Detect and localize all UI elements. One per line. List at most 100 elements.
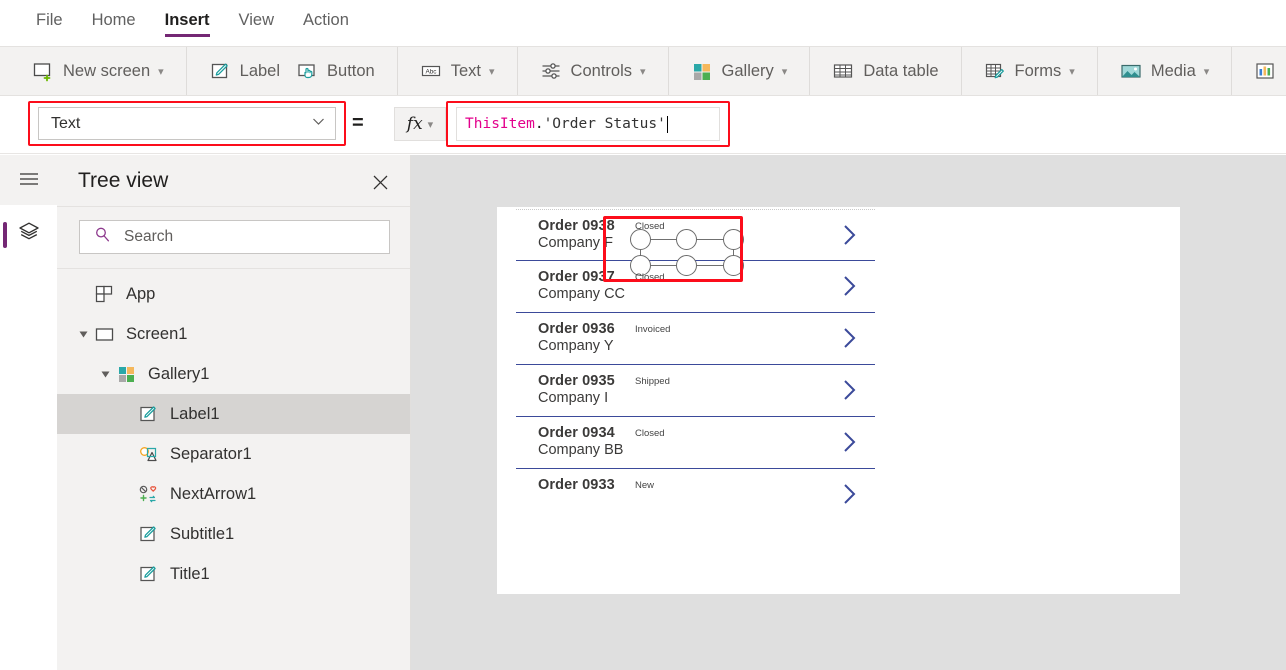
tree-node-app[interactable]: App xyxy=(57,274,410,314)
new-screen-label: New screen xyxy=(63,62,151,80)
chevron-down-icon[interactable]: ▾ xyxy=(1069,66,1075,78)
next-arrow-icon[interactable] xyxy=(839,273,861,299)
tree-view-header: Tree view xyxy=(57,155,410,207)
button-button[interactable]: Button xyxy=(288,54,383,88)
tree-node-gallery1[interactable]: Gallery1 xyxy=(57,354,410,394)
next-arrow-icon[interactable] xyxy=(839,222,861,248)
next-arrow-icon[interactable] xyxy=(839,325,861,351)
gallery-row[interactable]: Order 0933 New xyxy=(516,469,875,521)
tree-node-label: Title1 xyxy=(170,564,210,583)
svg-text:Abc: Abc xyxy=(425,69,437,76)
tree-node-title1[interactable]: Title1 xyxy=(57,554,410,594)
text-button[interactable]: Abc Text ▾ xyxy=(412,54,503,88)
text-caret xyxy=(666,115,669,133)
tree-node-label: Separator1 xyxy=(170,444,252,463)
resize-handle-top-right[interactable] xyxy=(723,229,744,250)
controls-button[interactable]: Controls ▾ xyxy=(532,54,654,88)
row-subtitle: Company BB xyxy=(538,442,624,458)
tree-node-label1[interactable]: Label1 xyxy=(57,394,410,434)
chevron-down-icon[interactable]: ▾ xyxy=(428,119,434,131)
tree-node-label: Subtitle1 xyxy=(170,524,235,543)
forms-button[interactable]: Forms ▾ xyxy=(976,54,1083,88)
tree-node-subtitle1[interactable]: Subtitle1 xyxy=(57,514,410,554)
menu-item-action[interactable]: Action xyxy=(303,10,349,36)
row-status[interactable]: Closed xyxy=(635,221,665,232)
new-screen-button[interactable]: New screen ▾ xyxy=(24,54,172,88)
expander-expanded-icon[interactable] xyxy=(77,328,89,340)
fx-button[interactable]: fx ▾ xyxy=(394,107,446,141)
gallery-button[interactable]: Gallery ▾ xyxy=(683,54,796,88)
row-title: Order 0933 xyxy=(538,477,615,493)
label-icon xyxy=(209,60,231,82)
menu-item-insert[interactable]: Insert xyxy=(164,10,210,37)
row-title: Order 0934 xyxy=(538,425,615,441)
expander-expanded-icon[interactable] xyxy=(99,368,111,380)
row-status[interactable]: Closed xyxy=(635,428,665,439)
chevron-down-icon[interactable]: ▾ xyxy=(158,66,164,78)
equals-sign: = xyxy=(352,112,364,134)
tree-node-screen1[interactable]: Screen1 xyxy=(57,314,410,354)
tree-node-list: App Screen1 Gallery1 Label1 Separator1 N… xyxy=(57,269,410,594)
controls-sliders-icon xyxy=(540,60,562,82)
row-subtitle: Company I xyxy=(538,390,609,406)
ribbon-group-text: Abc Text ▾ xyxy=(398,47,518,95)
row-status[interactable]: Shipped xyxy=(635,376,670,387)
row-status[interactable]: Closed xyxy=(635,272,665,283)
powerapps-studio: File Home Insert View Action New screen … xyxy=(0,0,1286,670)
chevron-down-icon[interactable]: ▾ xyxy=(782,66,788,78)
menu-item-view[interactable]: View xyxy=(239,10,274,36)
gallery-row[interactable]: Order 0936 Company Y Invoiced xyxy=(516,313,875,365)
row-status[interactable]: Invoiced xyxy=(635,324,670,335)
menu-item-home[interactable]: Home xyxy=(92,10,136,36)
gallery-row[interactable]: Order 0938 Company F Closed xyxy=(516,209,875,276)
row-status[interactable]: New xyxy=(635,480,654,491)
gallery-icon xyxy=(115,363,137,385)
formula-token-field: 'Order Status' xyxy=(543,116,666,132)
ribbon-group-controls: Controls ▾ xyxy=(518,47,669,95)
tree-node-separator1[interactable]: Separator1 xyxy=(57,434,410,474)
app-screen[interactable]: Order 0938 Company F Closed Order 0937 C… xyxy=(497,207,1180,594)
app-canvas[interactable]: Order 0938 Company F Closed Order 0937 C… xyxy=(411,155,1286,670)
close-icon[interactable] xyxy=(369,171,391,193)
media-image-icon xyxy=(1120,60,1142,82)
property-dropdown[interactable]: Text xyxy=(38,107,336,140)
menu-bar: File Home Insert View Action xyxy=(0,0,1286,46)
label-icon xyxy=(137,563,159,585)
menu-item-file[interactable]: File xyxy=(36,10,63,36)
gallery-control[interactable]: Order 0938 Company F Closed Order 0937 C… xyxy=(516,209,875,521)
chevron-down-icon[interactable] xyxy=(312,115,325,133)
tree-node-label: App xyxy=(126,284,156,303)
forms-button-label: Forms xyxy=(1014,62,1062,80)
formula-token-reference: ThisItem xyxy=(465,116,535,132)
next-arrow-icon[interactable] xyxy=(839,377,861,403)
chevron-down-icon[interactable]: ▾ xyxy=(489,66,495,78)
gallery-grid-icon xyxy=(691,60,713,82)
gallery-row[interactable]: Order 0937 Company CC Closed xyxy=(516,261,875,313)
button-button-label: Button xyxy=(327,62,375,80)
hamburger-menu-button[interactable] xyxy=(0,155,57,205)
charts-icon xyxy=(1254,60,1276,82)
ribbon-group-forms: Forms ▾ xyxy=(962,47,1098,95)
fx-label: fx xyxy=(406,114,423,134)
resize-handle-top-left[interactable] xyxy=(630,229,651,250)
row-title: Order 0935 xyxy=(538,373,615,389)
formula-input[interactable]: ThisItem. 'Order Status' xyxy=(456,107,720,141)
next-arrow-icon[interactable] xyxy=(839,481,861,507)
search-box[interactable] xyxy=(79,220,390,254)
label-button[interactable]: Label xyxy=(201,54,288,88)
gallery-row[interactable]: Order 0935 Company I Shipped xyxy=(516,365,875,417)
row-subtitle: Company CC xyxy=(538,286,626,302)
search-input[interactable] xyxy=(122,227,379,247)
media-button[interactable]: Media ▾ xyxy=(1112,54,1217,88)
charts-button[interactable]: Char xyxy=(1246,54,1286,88)
tree-node-nextarrow1[interactable]: NextArrow1 xyxy=(57,474,410,514)
rail-item-tree-view[interactable] xyxy=(0,205,57,263)
next-arrow-icon[interactable] xyxy=(839,429,861,455)
data-table-button[interactable]: Data table xyxy=(824,54,946,88)
ribbon-group-charts: Char xyxy=(1232,47,1286,95)
chevron-down-icon[interactable]: ▾ xyxy=(1204,66,1210,78)
resize-handle-top-center[interactable] xyxy=(676,229,697,250)
chevron-down-icon[interactable]: ▾ xyxy=(640,66,646,78)
data-table-icon xyxy=(832,60,854,82)
gallery-row[interactable]: Order 0934 Company BB Closed xyxy=(516,417,875,469)
